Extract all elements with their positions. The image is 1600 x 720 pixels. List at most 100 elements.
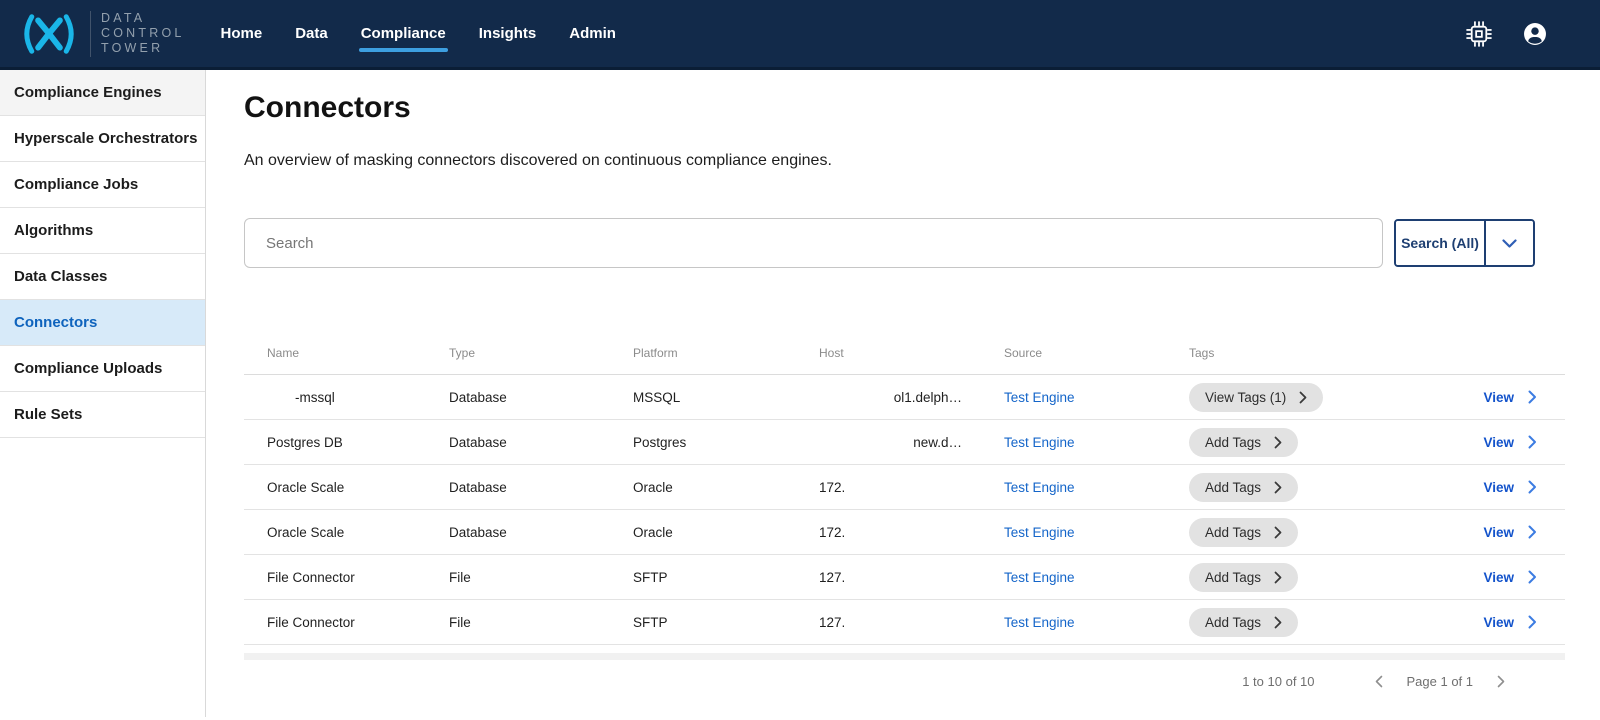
tags-pill-button[interactable]: View Tags (1) xyxy=(1189,383,1323,412)
table-row: Oracle Scale Database Oracle 172. Test E… xyxy=(244,510,1565,555)
table-row: Postgres DB Database Postgres new.d… Tes… xyxy=(244,420,1565,465)
view-link[interactable]: View xyxy=(1483,525,1514,540)
cell-type: Database xyxy=(449,525,633,540)
cell-tags: Add Tags xyxy=(1189,428,1419,457)
tags-pill-button[interactable]: Add Tags xyxy=(1189,518,1298,547)
cell-type: Database xyxy=(449,390,633,405)
view-link[interactable]: View xyxy=(1483,435,1514,450)
source-link[interactable]: Test Engine xyxy=(1004,390,1189,405)
source-link[interactable]: Test Engine xyxy=(1004,525,1189,540)
partial-row-divider xyxy=(244,653,1565,660)
cell-name: File Connector xyxy=(267,615,449,630)
cell-platform: SFTP xyxy=(633,570,819,585)
cell-type: File xyxy=(449,570,633,585)
chevron-down-icon xyxy=(1502,239,1517,248)
sidebar-item-label: Connectors xyxy=(14,314,97,331)
sidebar-item-compliance-jobs[interactable]: Compliance Jobs xyxy=(0,162,205,208)
cell-type: Database xyxy=(449,480,633,495)
tags-pill-label: Add Tags xyxy=(1205,480,1261,495)
source-link[interactable]: Test Engine xyxy=(1004,480,1189,495)
topbar-actions xyxy=(1466,21,1600,47)
table-header-row: Name Type Platform Host Source Tags xyxy=(244,332,1565,375)
source-link[interactable]: Test Engine xyxy=(1004,570,1189,585)
chip-icon[interactable] xyxy=(1466,21,1492,47)
tags-pill-button[interactable]: Add Tags xyxy=(1189,428,1298,457)
table-row: -mssql Database MSSQL ol1.delph… Test En… xyxy=(244,375,1565,420)
search-split-button: Search (All) xyxy=(1394,219,1535,267)
sidebar-item-hyperscale-orchestrators[interactable]: Hyperscale Orchestrators xyxy=(0,116,205,162)
main-content: Connectors An overview of masking connec… xyxy=(206,70,1600,717)
nav-item-home[interactable]: Home xyxy=(221,0,263,69)
table-row: File Connector File SFTP 127. Test Engin… xyxy=(244,555,1565,600)
chevron-right-icon xyxy=(1528,480,1537,494)
tags-pill-button[interactable]: Add Tags xyxy=(1189,473,1298,502)
source-link[interactable]: Test Engine xyxy=(1004,615,1189,630)
sidebar-item-label: Rule Sets xyxy=(14,406,82,423)
view-link[interactable]: View xyxy=(1483,390,1514,405)
column-header: Type xyxy=(449,346,633,360)
tags-pill-label: Add Tags xyxy=(1205,615,1261,630)
wordmark-line-3: TOWER xyxy=(101,41,185,56)
nav-item-admin[interactable]: Admin xyxy=(569,0,616,69)
account-icon[interactable] xyxy=(1522,21,1548,47)
cell-platform: MSSQL xyxy=(633,390,819,405)
sidebar-item-data-classes[interactable]: Data Classes xyxy=(0,254,205,300)
cell-name: -mssql xyxy=(267,390,449,405)
cell-host: new.d… xyxy=(819,435,1004,450)
chevron-right-icon xyxy=(1528,570,1537,584)
sidebar-item-label: Compliance Jobs xyxy=(14,176,138,193)
nav-label: Compliance xyxy=(361,25,446,42)
view-link[interactable]: View xyxy=(1483,570,1514,585)
chevron-right-icon xyxy=(1528,435,1537,449)
nav-item-compliance[interactable]: Compliance xyxy=(361,0,446,69)
cell-host: 172. xyxy=(819,525,1004,540)
cell-host: 127. xyxy=(819,570,1004,585)
table-row: Oracle Scale Database Oracle 172. Test E… xyxy=(244,465,1565,510)
chevron-right-icon xyxy=(1274,526,1282,539)
page-description: An overview of masking connectors discov… xyxy=(244,152,1565,170)
cell-tags: Add Tags xyxy=(1189,518,1419,547)
column-header: Name xyxy=(267,346,449,360)
tags-pill-label: Add Tags xyxy=(1205,570,1261,585)
wordmark-line-1: DATA xyxy=(101,11,185,26)
nav-item-data[interactable]: Data xyxy=(295,0,328,69)
chevron-right-icon xyxy=(1528,615,1537,629)
view-link[interactable]: View xyxy=(1483,480,1514,495)
search-button[interactable]: Search (All) xyxy=(1396,221,1484,265)
chevron-right-icon xyxy=(1497,675,1505,688)
sidebar-item-rule-sets[interactable]: Rule Sets xyxy=(0,392,205,438)
tags-pill-label: Add Tags xyxy=(1205,525,1261,540)
view-link[interactable]: View xyxy=(1483,615,1514,630)
search-scope-dropdown[interactable] xyxy=(1484,221,1533,265)
cell-tags: Add Tags xyxy=(1189,563,1419,592)
cell-platform: Oracle xyxy=(633,480,819,495)
sidebar-item-connectors[interactable]: Connectors xyxy=(0,300,205,346)
column-header: Host xyxy=(819,346,1004,360)
tags-pill-button[interactable]: Add Tags xyxy=(1189,608,1298,637)
cell-type: File xyxy=(449,615,633,630)
tags-pill-button[interactable]: Add Tags xyxy=(1189,563,1298,592)
sidebar-item-compliance-uploads[interactable]: Compliance Uploads xyxy=(0,346,205,392)
nav-label: Data xyxy=(295,25,328,42)
chevron-right-icon xyxy=(1274,616,1282,629)
sidebar-item-algorithms[interactable]: Algorithms xyxy=(0,208,205,254)
pagination-range: 1 to 10 of 10 xyxy=(1242,674,1314,689)
wordmark-line-2: CONTROL xyxy=(101,26,185,41)
column-header: Platform xyxy=(633,346,819,360)
nav-item-insights[interactable]: Insights xyxy=(479,0,537,69)
prev-page-button[interactable] xyxy=(1375,675,1383,688)
active-tab-underline xyxy=(359,48,448,52)
chevron-right-icon xyxy=(1274,436,1282,449)
brand-wordmark: DATA CONTROL TOWER xyxy=(101,11,185,56)
sidebar-item-label: Hyperscale Orchestrators xyxy=(14,130,197,147)
search-input[interactable] xyxy=(244,218,1383,268)
cell-tags: Add Tags xyxy=(1189,473,1419,502)
chevron-left-icon xyxy=(1375,675,1383,688)
chevron-right-icon xyxy=(1274,481,1282,494)
pagination-page: Page 1 of 1 xyxy=(1407,674,1474,689)
cell-host: 172. xyxy=(819,480,1004,495)
source-link[interactable]: Test Engine xyxy=(1004,435,1189,450)
sidebar-item-compliance-engines[interactable]: Compliance Engines xyxy=(0,70,205,116)
brand-divider xyxy=(90,11,91,57)
next-page-button[interactable] xyxy=(1497,675,1505,688)
